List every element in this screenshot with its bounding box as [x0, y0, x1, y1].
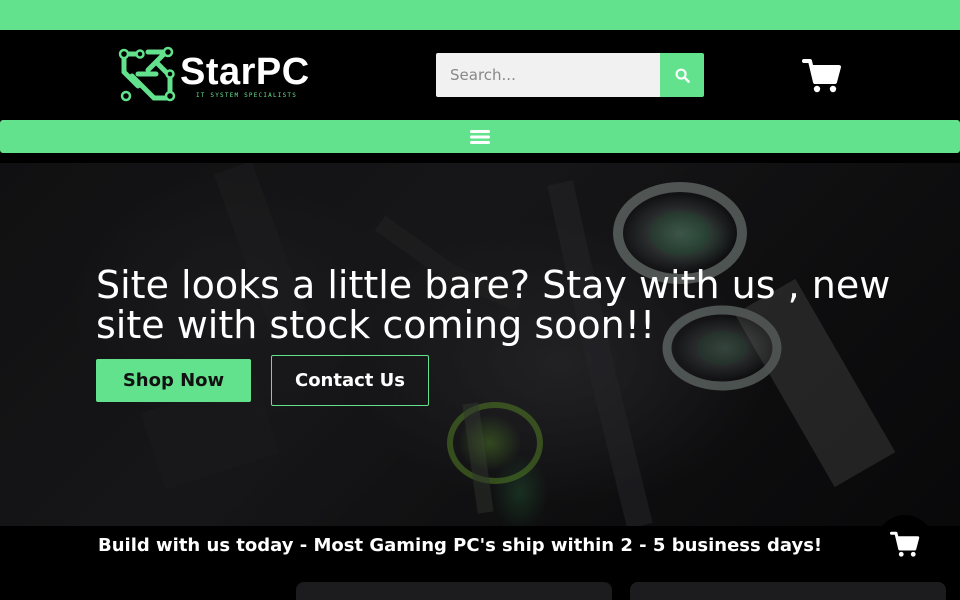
header-cart-button[interactable]: [802, 58, 842, 94]
floating-cart-button[interactable]: [876, 515, 934, 573]
shop-now-button[interactable]: Shop Now: [96, 359, 251, 402]
search-form: [436, 53, 704, 97]
brand-name: StarPC: [180, 51, 310, 93]
brand-tagline: IT SYSTEM SPECIALISTS: [196, 92, 298, 99]
promo-banner: Build with us today - Most Gaming PC's s…: [0, 526, 960, 566]
product-card[interactable]: [630, 582, 946, 600]
shopping-cart-icon: [802, 59, 841, 93]
contact-us-button[interactable]: Contact Us: [271, 355, 429, 406]
product-card[interactable]: [296, 582, 612, 600]
promo-banner-text: Build with us today - Most Gaming PC's s…: [98, 535, 823, 556]
main-navigation-bar: [0, 120, 960, 153]
circuit-s-logo-icon: [118, 46, 176, 102]
shopping-cart-icon: [890, 531, 920, 557]
top-accent-bar: [0, 0, 960, 30]
search-button[interactable]: [660, 53, 704, 97]
search-input[interactable]: [436, 53, 660, 97]
search-icon: [675, 68, 690, 83]
hero-headline: Site looks a little bare? Stay with us ,…: [96, 263, 891, 347]
menu-toggle-button[interactable]: [469, 128, 491, 146]
site-header: StarPC IT SYSTEM SPECIALISTS: [0, 30, 960, 120]
hamburger-menu-icon: [470, 130, 490, 144]
hero-section: Site looks a little bare? Stay with us ,…: [0, 163, 960, 526]
brand-logo[interactable]: StarPC IT SYSTEM SPECIALISTS: [118, 46, 330, 104]
